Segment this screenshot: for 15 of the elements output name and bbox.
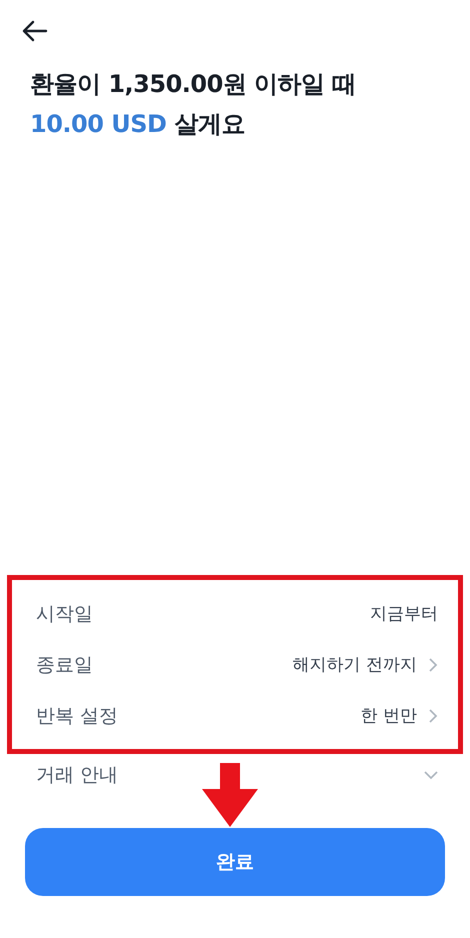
setting-label: 종료일 xyxy=(36,652,93,678)
setting-value[interactable]: 한 번만 xyxy=(360,704,417,727)
chevron-down-icon xyxy=(424,770,438,780)
done-button[interactable]: 완료 xyxy=(25,828,445,896)
title-text: 환율이 1,350.00원 이하일 때 xyxy=(30,69,356,100)
chevron-right-icon xyxy=(429,708,438,722)
amount-text: 10.00 USD xyxy=(30,109,166,140)
setting-value: 지금부터 xyxy=(370,603,438,625)
title-text: 살게요 xyxy=(174,109,245,140)
setting-label: 시작일 xyxy=(36,602,93,626)
info-label[interactable]: 거래 안내 xyxy=(36,762,118,788)
setting-label: 반복 설정 xyxy=(36,704,118,728)
setting-value[interactable]: 해지하기 전까지 xyxy=(292,653,417,676)
chevron-right-icon xyxy=(429,658,438,672)
back-arrow-icon[interactable] xyxy=(22,20,48,42)
